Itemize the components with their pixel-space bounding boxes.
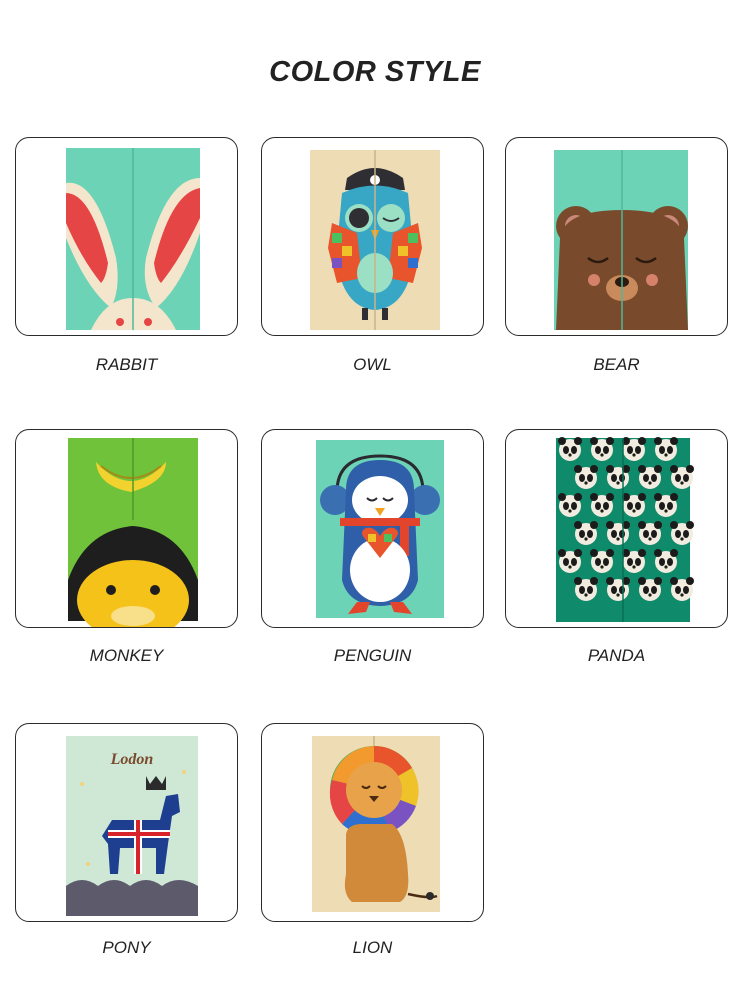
pony-print-text: Lodon	[110, 751, 154, 768]
rabbit-tissue-cover-image	[66, 148, 200, 330]
product-card-monkey[interactable]	[15, 429, 238, 628]
product-card-rabbit[interactable]	[15, 137, 238, 336]
product-label-lion: LION	[352, 938, 393, 957]
product-label-bear: BEAR	[593, 355, 640, 374]
lion-tissue-cover-image	[312, 736, 440, 912]
product-card-bear[interactable]	[505, 137, 728, 336]
product-label-monkey: MONKEY	[89, 646, 164, 665]
product-card-panda[interactable]	[505, 429, 728, 628]
product-label-pony: PONY	[102, 938, 151, 957]
product-card-pony[interactable]: Lodon	[15, 723, 238, 922]
product-card-owl[interactable]	[261, 137, 484, 336]
penguin-tissue-cover-image	[316, 440, 444, 618]
product-label-rabbit: RABBIT	[95, 355, 158, 374]
owl-tissue-cover-image	[310, 150, 440, 330]
page-title: COLOR STYLE	[269, 56, 481, 88]
product-card-lion[interactable]	[261, 723, 484, 922]
pony-tissue-cover-image: Lodon	[66, 736, 198, 916]
product-label-panda: PANDA	[587, 646, 646, 665]
product-label-owl: OWL	[353, 355, 392, 374]
monkey-tissue-cover-image	[68, 438, 198, 627]
bear-tissue-cover-image	[554, 150, 688, 330]
product-label-penguin: PENGUIN	[333, 646, 412, 665]
product-card-penguin[interactable]	[261, 429, 484, 628]
panda-tissue-cover-image	[556, 437, 694, 622]
